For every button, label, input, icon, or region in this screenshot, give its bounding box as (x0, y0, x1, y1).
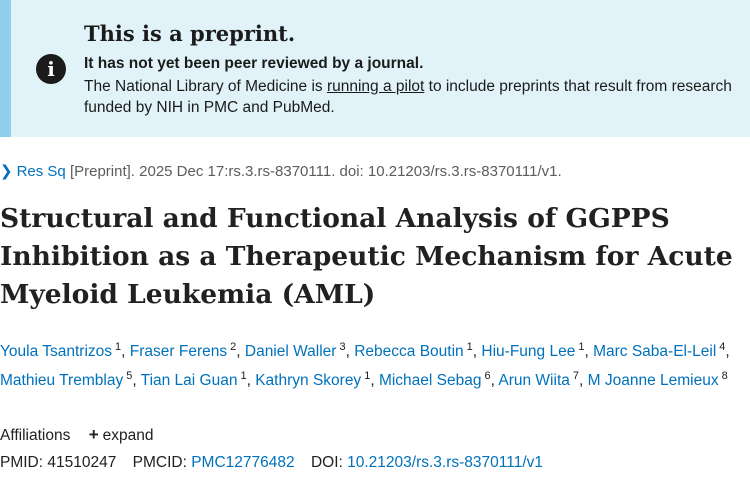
author-affiliation-number[interactable]: 4 (719, 341, 725, 353)
expand-affiliations-button[interactable]: + expand (88, 425, 154, 444)
info-icon: i (36, 54, 66, 84)
author-link[interactable]: Michael Sebag (379, 372, 482, 389)
peer-review-warning: It has not yet been peer reviewed by a j… (84, 55, 424, 72)
author-link[interactable]: Arun Wiita (498, 372, 570, 389)
author-link[interactable]: Youla Tsantrizos (0, 343, 112, 360)
preprint-notice-banner: i This is a preprint. It has not yet bee… (0, 0, 750, 137)
journal-link[interactable]: Res Sq (17, 163, 66, 180)
expand-label: expand (102, 427, 154, 444)
author-affiliation-number[interactable]: 1 (578, 341, 584, 353)
author-link[interactable]: Tian Lai Guan (141, 372, 238, 389)
author-link[interactable]: Fraser Ferens (130, 343, 227, 360)
author-link[interactable]: Marc Saba-El-Leil (593, 343, 716, 360)
preprint-notice-title: This is a preprint. (84, 21, 296, 46)
citation-line: ❯ Res Sq [Preprint]. 2025 Dec 17:rs.3.rs-… (0, 162, 562, 180)
author-link[interactable]: M Joanne Lemieux (588, 372, 719, 389)
author-affiliation-number[interactable]: 5 (126, 370, 132, 382)
pilot-text-before: The National Library of Medicine is (84, 78, 327, 95)
affiliations-label: Affiliations (0, 427, 71, 444)
pmcid-link[interactable]: PMC12776482 (191, 454, 294, 471)
author-link[interactable]: Rebecca Boutin (354, 343, 463, 360)
author-affiliation-number[interactable]: 2 (230, 341, 236, 353)
doi-label: DOI: (310, 454, 348, 471)
running-a-pilot-link[interactable]: running a pilot (327, 78, 424, 95)
author-link[interactable]: Kathryn Skorey (255, 372, 361, 389)
author-link[interactable]: Hiu-Fung Lee (481, 343, 575, 360)
chevron-right-icon: ❯ (0, 163, 13, 180)
author-affiliation-number[interactable]: 1 (467, 341, 473, 353)
author-affiliation-number[interactable]: 1 (115, 341, 121, 353)
citation-details: [Preprint]. 2025 Dec 17:rs.3.rs-8370111.… (65, 163, 562, 180)
author-link[interactable]: Mathieu Tremblay (0, 372, 123, 389)
author-list: Youla Tsantrizos 1, Fraser Ferens 2, Danie… (0, 341, 730, 389)
author-affiliation-number[interactable]: 3 (339, 341, 345, 353)
pmcid-label: PMCID: (132, 454, 192, 471)
author-affiliation-number[interactable]: 1 (240, 370, 246, 382)
plus-icon: + (88, 425, 99, 444)
affiliations-row: Affiliations + expand (0, 425, 153, 445)
author-affiliation-number[interactable]: 7 (573, 370, 579, 382)
pmid-value: 41510247 (47, 454, 117, 471)
author-link[interactable]: Daniel Waller (245, 343, 337, 360)
article-identifiers: PMID: 41510247 PMCID: PMC12776482 DOI: 1… (0, 454, 543, 472)
doi-link[interactable]: 10.21203/rs.3.rs-8370111/v1 (347, 454, 543, 471)
pilot-description: The National Library of Medicine is runn… (84, 76, 744, 118)
author-affiliation-number[interactable]: 1 (364, 370, 370, 382)
pmid-label: PMID: (0, 454, 48, 471)
author-affiliation-number[interactable]: 6 (484, 370, 490, 382)
author-affiliation-number[interactable]: 8 (722, 370, 728, 382)
article-title: Structural and Functional Analysis of GG… (0, 203, 733, 310)
